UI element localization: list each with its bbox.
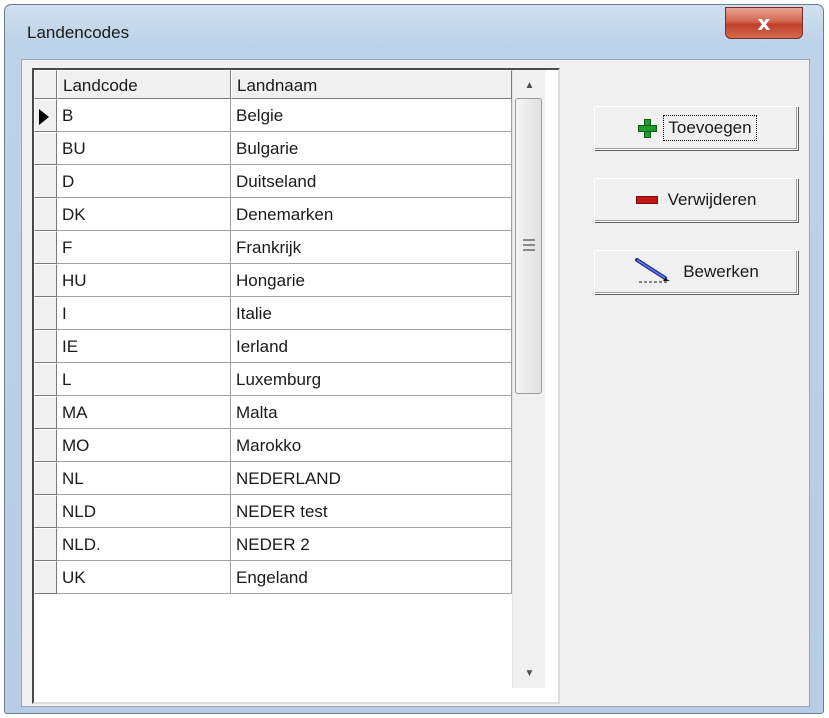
row-selector[interactable] xyxy=(34,132,57,165)
cell-landcode[interactable]: MO xyxy=(57,429,231,462)
row-selector[interactable] xyxy=(34,264,57,297)
edit-button[interactable]: Bewerken xyxy=(594,250,798,294)
scroll-up-arrow-icon[interactable]: ▲ xyxy=(513,70,546,100)
cell-landnaam[interactable]: Malta xyxy=(231,396,512,429)
delete-button[interactable]: Verwijderen xyxy=(594,178,798,222)
table-row[interactable]: D Duitseland xyxy=(34,165,512,198)
cell-landnaam[interactable]: Bulgarie xyxy=(231,132,512,165)
table-row[interactable]: L Luxemburg xyxy=(34,363,512,396)
cell-landnaam[interactable]: NEDER test xyxy=(231,495,512,528)
column-header-landcode[interactable]: Landcode xyxy=(57,70,231,99)
row-selector[interactable] xyxy=(34,495,57,528)
cell-landnaam[interactable]: Luxemburg xyxy=(231,363,512,396)
table-row[interactable]: IE Ierland xyxy=(34,330,512,363)
table-row[interactable]: UK Engeland xyxy=(34,561,512,594)
row-selector[interactable] xyxy=(34,363,57,396)
plus-icon xyxy=(638,119,658,138)
cell-landcode[interactable]: IE xyxy=(57,330,231,363)
row-selector[interactable] xyxy=(34,165,57,198)
cell-landnaam[interactable]: Frankrijk xyxy=(231,231,512,264)
row-selector[interactable] xyxy=(34,561,57,594)
row-selector[interactable] xyxy=(34,528,57,561)
cell-landcode[interactable]: NLD xyxy=(57,495,231,528)
cell-landnaam[interactable]: NEDERLAND xyxy=(231,462,512,495)
cell-landnaam[interactable]: Denemarken xyxy=(231,198,512,231)
current-row-arrow-icon xyxy=(39,109,49,125)
cell-landnaam[interactable]: NEDER 2 xyxy=(231,528,512,561)
table-row[interactable]: NLD NEDER test xyxy=(34,495,512,528)
cell-landcode[interactable]: DK xyxy=(57,198,231,231)
row-selector[interactable] xyxy=(34,462,57,495)
add-button[interactable]: Toevoegen xyxy=(594,106,798,150)
cell-landcode[interactable]: UK xyxy=(57,561,231,594)
cell-landcode[interactable]: L xyxy=(57,363,231,396)
cell-landnaam[interactable]: Ierland xyxy=(231,330,512,363)
table-row[interactable]: BU Bulgarie xyxy=(34,132,512,165)
table-row[interactable]: B Belgie xyxy=(34,99,512,132)
table-row[interactable]: HU Hongarie xyxy=(34,264,512,297)
window-title: Landencodes xyxy=(27,23,130,42)
cell-landcode[interactable]: MA xyxy=(57,396,231,429)
cell-landnaam[interactable]: Engeland xyxy=(231,561,512,594)
row-selector[interactable] xyxy=(34,99,57,132)
scroll-down-arrow-icon[interactable]: ▼ xyxy=(513,658,546,688)
vertical-scrollbar[interactable]: ▲ ▼ xyxy=(512,70,545,688)
header-corner xyxy=(34,70,57,99)
edit-button-label: Bewerken xyxy=(683,262,759,281)
column-header-landnaam[interactable]: Landnaam xyxy=(231,70,512,99)
cell-landcode[interactable]: F xyxy=(57,231,231,264)
row-selector[interactable] xyxy=(34,297,57,330)
cell-landnaam[interactable]: Hongarie xyxy=(231,264,512,297)
row-selector[interactable] xyxy=(34,330,57,363)
dialog-client-area: Landcode Landnaam B Belgie BU Bulgarie D Duit… xyxy=(21,59,810,707)
table-row[interactable]: MA Malta xyxy=(34,396,512,429)
table-row[interactable]: MO Marokko xyxy=(34,429,512,462)
cell-landcode[interactable]: HU xyxy=(57,264,231,297)
cell-landcode[interactable]: B xyxy=(57,99,231,132)
country-grid[interactable]: Landcode Landnaam B Belgie BU Bulgarie D Duit… xyxy=(32,68,560,704)
table-row[interactable]: I Italie xyxy=(34,297,512,330)
minus-icon xyxy=(635,196,658,204)
close-button[interactable]: x xyxy=(725,7,803,39)
cell-landcode[interactable]: D xyxy=(57,165,231,198)
cell-landnaam[interactable]: Italie xyxy=(231,297,512,330)
scroll-thumb[interactable] xyxy=(515,98,542,394)
pencil-icon xyxy=(633,256,673,289)
grid-rows: B Belgie BU Bulgarie D Duitseland DK Denemarken… xyxy=(34,99,512,594)
landencodes-window: Landencodes x Landcode Landnaam B Belgie B… xyxy=(4,4,824,714)
row-selector[interactable] xyxy=(34,429,57,462)
table-row[interactable]: DK Denemarken xyxy=(34,198,512,231)
cell-landcode[interactable]: BU xyxy=(57,132,231,165)
title-bar[interactable]: Landencodes x xyxy=(5,5,823,59)
cell-landnaam[interactable]: Marokko xyxy=(231,429,512,462)
add-button-label: Toevoegen xyxy=(663,115,757,141)
close-icon: x xyxy=(757,11,771,35)
cell-landcode[interactable]: I xyxy=(57,297,231,330)
table-row[interactable]: NL NEDERLAND xyxy=(34,462,512,495)
table-row[interactable]: F Frankrijk xyxy=(34,231,512,264)
grip-icon xyxy=(523,239,535,251)
row-selector[interactable] xyxy=(34,396,57,429)
cell-landnaam[interactable]: Duitseland xyxy=(231,165,512,198)
delete-button-label: Verwijderen xyxy=(667,190,757,209)
row-selector[interactable] xyxy=(34,198,57,231)
table-row[interactable]: NLD. NEDER 2 xyxy=(34,528,512,561)
cell-landcode[interactable]: NLD. xyxy=(57,528,231,561)
grid-header: Landcode Landnaam xyxy=(34,70,512,99)
cell-landnaam[interactable]: Belgie xyxy=(231,99,512,132)
cell-landcode[interactable]: NL xyxy=(57,462,231,495)
row-selector[interactable] xyxy=(34,231,57,264)
